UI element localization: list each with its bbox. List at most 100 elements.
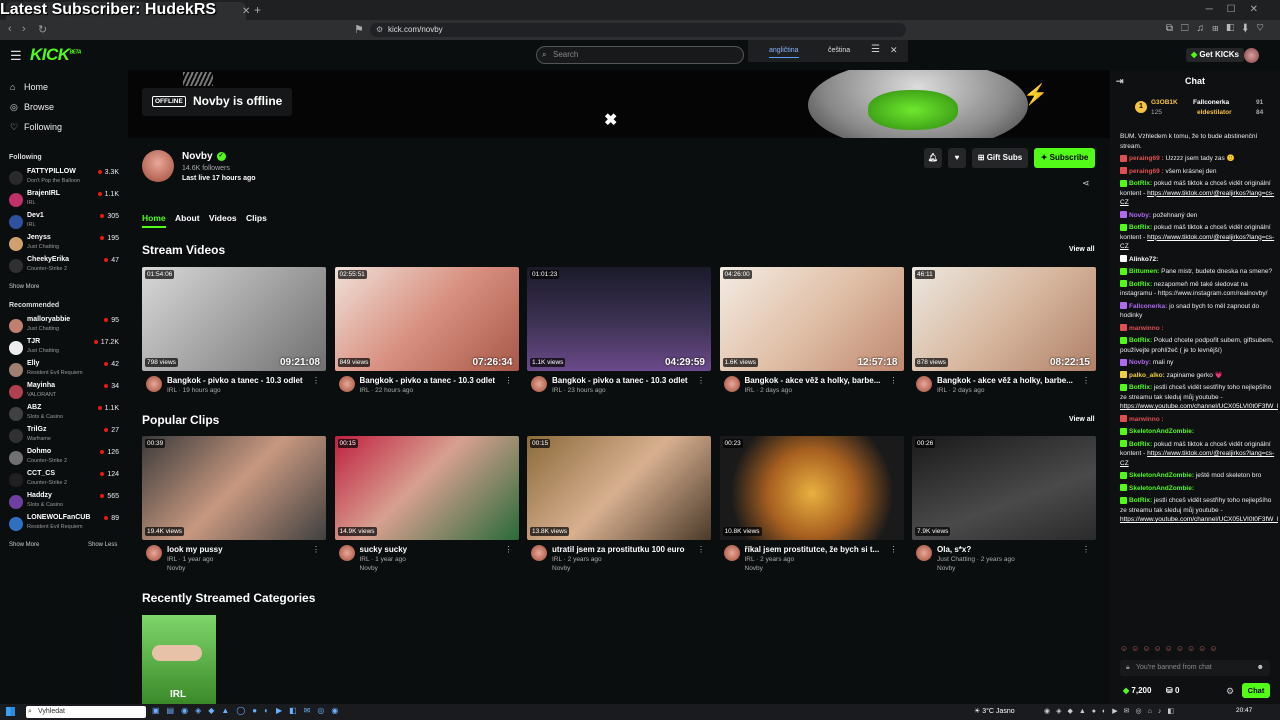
clip-card[interactable]: 00:15 14.9K views sucky sucky IRL · 1 year … xyxy=(334,436,519,572)
menu-icon[interactable]: ☰ xyxy=(10,48,22,64)
sidebar-channel[interactable]: Elly Resident Evil Requiem 42 xyxy=(9,360,121,382)
card-title[interactable]: utratil jsem za prostitutku 100 euro xyxy=(552,545,700,554)
chat-link[interactable]: https://www.youtube.com/channel/UCX05LVI… xyxy=(1120,516,1278,523)
gift-leaderboard[interactable]: 1 G3OB1K 125 Fallconerka 91 eldestilator… xyxy=(1135,99,1275,123)
chat-username[interactable]: SkeletonAndZombie: xyxy=(1129,428,1194,435)
kick-logo[interactable]: KICKBETA xyxy=(30,45,81,65)
chat-username[interactable]: marwinno : xyxy=(1129,325,1164,332)
creator-avatar[interactable] xyxy=(531,545,547,561)
chat-username[interactable]: Novby: xyxy=(1129,359,1151,366)
creator-avatar[interactable] xyxy=(916,376,932,392)
sidebar-item-browse[interactable]: ◎ Browse xyxy=(10,102,54,113)
sidebar-channel[interactable]: TrilGz Warframe 27 xyxy=(9,426,121,448)
chat-username[interactable]: marwinno : xyxy=(1129,416,1164,423)
translate-close-icon[interactable]: ✕ xyxy=(890,45,898,56)
creator-avatar[interactable] xyxy=(723,545,740,561)
popular-clips-view-all[interactable]: View all xyxy=(1069,416,1095,423)
tab-clips[interactable]: Clips xyxy=(246,213,267,226)
chat-username[interactable]: BotRix: xyxy=(1129,441,1152,448)
sidebar-channel[interactable]: Haddzy Slots & Casino 565 xyxy=(9,492,121,514)
sidebar-item-following[interactable]: ♡ Following xyxy=(10,122,62,133)
chat-username[interactable]: peraing69 : xyxy=(1129,155,1164,162)
sidebar-channel[interactable]: malloryabbie Just Chatting 95 xyxy=(9,316,121,338)
more-options-icon[interactable]: ⋮ xyxy=(505,545,513,554)
card-author[interactable]: Novby xyxy=(360,565,378,572)
chat-settings-icon[interactable]: ⚙ xyxy=(1226,686,1234,697)
taskbar-app-icons[interactable]: ▣▤◉◈◆▲◯●◐▶◧✉◎◉ xyxy=(152,706,345,715)
card-author[interactable]: Novby xyxy=(745,565,763,572)
more-options-icon[interactable]: ⋮ xyxy=(1082,545,1090,554)
tab-home[interactable]: Home xyxy=(142,213,166,228)
emote-row[interactable]: ☺☺☺☺☺☺☺☺☺ xyxy=(1120,644,1221,653)
sidebar-channel[interactable]: Jenyss Just Chatting 195 xyxy=(9,234,121,256)
creator-avatar[interactable] xyxy=(338,545,355,561)
chat-username[interactable]: BotRix: xyxy=(1129,497,1152,504)
video-card[interactable]: 04:26:00 1.6K views 12:57:18 Bangkok - akce… xyxy=(719,267,904,397)
chat-username[interactable]: palko_alko: xyxy=(1129,372,1165,379)
sidebar-channel[interactable]: LONEWOLFanCUB Resident Evil Requiem 89 xyxy=(9,514,121,536)
creator-avatar[interactable] xyxy=(146,376,162,392)
clip-card[interactable]: 00:26 7.9K views Ola, s*x? Just Chatting · … xyxy=(912,436,1096,572)
get-kicks-button[interactable]: ◆ Get KICKs xyxy=(1186,48,1244,62)
user-avatar[interactable] xyxy=(1244,48,1259,63)
clip-card[interactable]: 00:15 13.8K views utratil jsem za prostitu… xyxy=(527,436,711,572)
sidebar-item-home[interactable]: ⌂ Home xyxy=(10,82,48,92)
more-options-icon[interactable]: ⋮ xyxy=(890,545,898,554)
thumbnail[interactable]: 46:11 878 views 08:22:15 xyxy=(912,267,1096,371)
subscribe-button[interactable]: ✦ Subscribe xyxy=(1034,148,1095,168)
address-bar[interactable]: ⚙ kick.com/novby xyxy=(370,23,906,37)
taskbar-search-input[interactable]: ⌕ Vyhledat xyxy=(26,706,146,718)
more-options-icon[interactable]: ⋮ xyxy=(697,545,705,554)
card-title[interactable]: Bangkok - akce věž a holky, barbe... xyxy=(937,376,1085,385)
card-title[interactable]: Bangkok - pivko a tanec - 10.3 odlet xyxy=(167,376,315,385)
sidebar-channel[interactable]: CCT_CS Counter-Strike 2 124 xyxy=(9,470,121,492)
translate-lang-target[interactable]: čeština xyxy=(828,47,850,54)
card-title[interactable]: look my pussy xyxy=(167,545,315,554)
thumbnail[interactable]: 01:54:06 798 views 09:21:08 xyxy=(142,267,326,371)
back-icon[interactable]: ‹ xyxy=(8,23,12,35)
thumbnail[interactable]: 04:26:00 1.6K views 12:57:18 xyxy=(719,267,904,371)
kicks-balance[interactable]: ◆ 7,200 xyxy=(1123,686,1151,695)
forward-icon[interactable]: › xyxy=(22,23,26,35)
card-author[interactable]: Novby xyxy=(167,565,185,572)
thumbnail[interactable]: 00:26 7.9K views xyxy=(912,436,1096,540)
category-card-irl[interactable]: IRL xyxy=(142,615,216,704)
sidebar-channel[interactable]: BrajenIRL IRL 1.1K xyxy=(9,190,121,212)
sidebar-channel[interactable]: Mayinha VALORANT 34 xyxy=(9,382,121,404)
stream-videos-view-all[interactable]: View all xyxy=(1069,246,1095,253)
site-info-icon[interactable]: ⚙ xyxy=(376,23,383,37)
video-card[interactable]: 02:55:51 849 views 07:26:34 Bangkok - pivko… xyxy=(334,267,519,397)
channel-avatar[interactable] xyxy=(142,150,174,182)
thumbnail[interactable]: 00:15 13.8K views xyxy=(527,436,711,540)
more-options-icon[interactable]: ⋮ xyxy=(505,376,513,385)
search-input[interactable]: ⌕ Search xyxy=(536,46,744,64)
share-icon[interactable]: ⋖ xyxy=(1082,178,1090,189)
chat-username[interactable]: SkeletonAndZombie: xyxy=(1129,485,1194,492)
chat-username[interactable]: SkeletonAndZombie: xyxy=(1129,472,1194,479)
chat-username[interactable]: BotRix: xyxy=(1129,384,1152,391)
window-controls[interactable]: ─☐✕ xyxy=(1206,4,1272,15)
chat-link[interactable]: https://www.youtube.com/channel/UCX05LVI… xyxy=(1120,403,1278,410)
show-less-recommended[interactable]: Show Less xyxy=(88,542,117,548)
video-card[interactable]: 46:11 878 views 08:22:15 Bangkok - akce věž… xyxy=(912,267,1096,397)
card-title[interactable]: Ola, s*x? xyxy=(937,545,1085,554)
card-title[interactable]: Bangkok - pivko a tanec - 10.3 odlet xyxy=(552,376,700,385)
chat-username[interactable]: peraing69 : xyxy=(1129,168,1164,175)
creator-avatar[interactable] xyxy=(146,545,162,561)
tab-about[interactable]: About xyxy=(175,213,200,226)
sidebar-channel[interactable]: TJR Just Chatting 17.2K xyxy=(9,338,121,360)
weather-widget[interactable]: ☀ 3°C Jasno xyxy=(974,707,1015,715)
more-options-icon[interactable]: ⋮ xyxy=(312,545,320,554)
thumbnail[interactable]: 01:01:23 1.1K views 04:29:59 xyxy=(527,267,711,371)
send-chat-button[interactable]: Chat xyxy=(1242,683,1270,698)
sidebar-channel[interactable]: Dev1 IRL 305 xyxy=(9,212,121,234)
clip-card[interactable]: 00:39 19.4K views look my pussy IRL · 1 yea… xyxy=(142,436,326,572)
show-more-following[interactable]: Show More xyxy=(9,284,39,290)
chat-username[interactable]: Bittumen: xyxy=(1129,268,1159,275)
collapse-chat-icon[interactable]: ⇥ xyxy=(1116,70,1124,92)
notification-bell-button[interactable]: 🔔︎ xyxy=(924,148,942,168)
follow-button[interactable]: ♥ xyxy=(948,148,966,168)
card-title[interactable]: sucky sucky xyxy=(360,545,508,554)
more-options-icon[interactable]: ⋮ xyxy=(1082,376,1090,385)
more-options-icon[interactable]: ⋮ xyxy=(312,376,320,385)
